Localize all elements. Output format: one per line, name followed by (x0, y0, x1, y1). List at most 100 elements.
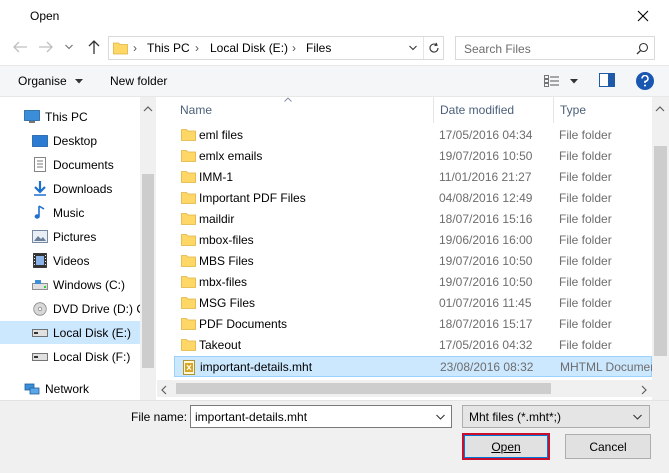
file-date-cell: 17/05/2016 04:34 (439, 128, 533, 142)
chevron-down-icon (436, 414, 445, 420)
chevron-down-icon (633, 414, 642, 420)
column-name-label: Name (180, 103, 213, 117)
file-row[interactable]: Important PDF Files 04/08/2016 12:49 File … (174, 188, 652, 209)
arrow-left-icon (13, 41, 27, 53)
file-row[interactable]: Takeout 17/05/2016 04:32 File folder (174, 335, 652, 356)
chevron-down-icon (409, 45, 417, 51)
up-button[interactable] (84, 37, 104, 57)
file-name-cell: MSG Files (199, 296, 256, 310)
nav-item-music[interactable]: Music (0, 201, 140, 224)
file-type-cell: File folder (559, 128, 612, 142)
nav-item-windows-c[interactable]: Windows (C:) (0, 273, 140, 296)
file-name-dropdown-button[interactable] (430, 406, 451, 427)
breadcrumb-this-pc[interactable]: This PC (147, 41, 190, 55)
organise-button[interactable]: Organise (18, 74, 83, 88)
breadcrumb-files[interactable]: Files (306, 41, 331, 55)
file-name-cell: maildir (199, 212, 235, 226)
file-row[interactable]: mbx-files 19/07/2016 10:50 File folder (174, 272, 652, 293)
nav-item-label: Desktop (53, 133, 98, 148)
file-row[interactable]: important-details.mht 23/08/2016 08:32 MHT… (174, 356, 652, 377)
file-row[interactable]: maildir 18/07/2016 15:16 File folder (174, 209, 652, 230)
file-row[interactable]: MBS Files 19/07/2016 10:50 File folder (174, 251, 652, 272)
nav-item-label: Local Disk (F:) (53, 349, 131, 364)
nav-item-pictures[interactable]: Pictures (0, 225, 140, 248)
file-date-cell: 01/07/2016 11:45 (439, 296, 532, 310)
file-row[interactable]: eml files 17/05/2016 04:34 File folder (174, 125, 652, 146)
file-type-filter-select[interactable]: Mht files (*.mht*;) (462, 405, 650, 428)
nav-item-label: Network (45, 381, 90, 396)
file-name-cell: IMM-1 (199, 170, 233, 184)
search-input[interactable]: Search Files (455, 36, 655, 60)
folder-icon (181, 338, 196, 352)
open-button[interactable]: Open (462, 433, 550, 460)
column-header-date[interactable]: Date modified (434, 97, 554, 123)
scroll-up-arrow-icon[interactable] (655, 101, 665, 115)
file-row[interactable]: IMM-1 11/01/2016 21:27 File folder (174, 167, 652, 188)
arrow-right-icon (39, 41, 53, 53)
file-type-cell: File folder (559, 338, 612, 352)
scroll-up-arrow-icon[interactable] (143, 101, 153, 115)
nav-item-label: Downloads (53, 181, 113, 196)
forward-button[interactable] (36, 37, 56, 57)
nav-item-dvd-drive-d[interactable]: DVD Drive (D:) C (0, 297, 140, 320)
file-type-cell: File folder (559, 275, 612, 289)
nav-item-this-pc[interactable]: This PC (0, 105, 140, 128)
file-name-label: File name: (131, 410, 188, 424)
recent-locations-button[interactable] (62, 37, 76, 57)
file-name-cell: eml files (199, 128, 244, 142)
file-date-cell: 04/08/2016 12:49 (439, 191, 533, 205)
column-header-type[interactable]: Type (554, 97, 652, 123)
nav-item-videos[interactable]: Videos (0, 249, 140, 272)
list-scrollbar-thumb[interactable] (654, 146, 667, 356)
breadcrumb-separator-icon: › (195, 41, 199, 55)
file-name-input[interactable] (190, 405, 452, 428)
file-type-cell: MHTML Document (560, 360, 652, 374)
nav-item-desktop[interactable]: Desktop (0, 129, 140, 152)
window-title: Open (30, 9, 60, 23)
folder-icon (181, 149, 196, 163)
folder-icon (181, 233, 196, 247)
preview-pane-button[interactable] (599, 73, 617, 89)
address-bar[interactable]: › This PC › Local Disk (E:) › Files (108, 36, 444, 60)
nav-item-label: This PC (45, 109, 88, 124)
nav-item-local-disk-e[interactable]: Local Disk (E:) (0, 321, 140, 344)
file-row[interactable]: PDF Documents 18/07/2016 15:17 File folder (174, 314, 652, 335)
address-dropdown-button[interactable] (403, 37, 423, 59)
file-date-cell: 17/05/2016 04:32 (439, 338, 533, 352)
nav-item-network[interactable]: Network (0, 377, 140, 400)
file-type-cell: File folder (559, 296, 612, 310)
network-icon (24, 383, 40, 394)
file-type-cell: File folder (559, 254, 612, 268)
nav-item-documents[interactable]: Documents (0, 153, 140, 176)
file-row[interactable]: MSG Files 01/07/2016 11:45 File folder (174, 293, 652, 314)
search-icon (636, 42, 649, 55)
help-button[interactable] (636, 72, 654, 90)
nav-item-local-disk-f[interactable]: Local Disk (F:) (0, 345, 140, 368)
scroll-left-arrow-icon[interactable] (161, 384, 167, 398)
file-list: Name Date modified Type eml files 17/05/2… (157, 97, 652, 400)
file-date-cell: 19/06/2016 16:00 (439, 233, 533, 247)
mht-file-icon (182, 360, 197, 375)
videos-icon (33, 253, 47, 268)
breadcrumb-local-disk-e[interactable]: Local Disk (E:) (210, 41, 288, 55)
preview-pane-icon (599, 73, 615, 87)
documents-icon (34, 157, 46, 172)
navigation-pane: This PC Desktop Documents Downloads Musi… (0, 97, 156, 400)
nav-item-downloads[interactable]: Downloads (0, 177, 140, 200)
scroll-right-arrow-icon[interactable] (641, 384, 647, 398)
horizontal-scrollbar-thumb[interactable] (176, 383, 551, 394)
close-button[interactable] (628, 4, 658, 28)
change-view-button[interactable] (544, 72, 584, 90)
nav-item-label: DVD Drive (D:) C (53, 301, 140, 316)
cancel-button[interactable]: Cancel (565, 434, 651, 459)
file-date-cell: 19/07/2016 10:50 (439, 149, 533, 163)
back-button[interactable] (10, 37, 30, 57)
new-folder-button[interactable]: New folder (110, 74, 167, 88)
organise-label: Organise (18, 74, 67, 88)
file-row[interactable]: mbox-files 19/06/2016 16:00 File folder (174, 230, 652, 251)
refresh-button[interactable] (423, 37, 443, 59)
file-row[interactable]: emlx emails 19/07/2016 10:50 File folder (174, 146, 652, 167)
column-header-name[interactable]: Name (174, 97, 434, 123)
nav-scrollbar-thumb[interactable] (142, 174, 154, 368)
music-icon (34, 205, 45, 219)
